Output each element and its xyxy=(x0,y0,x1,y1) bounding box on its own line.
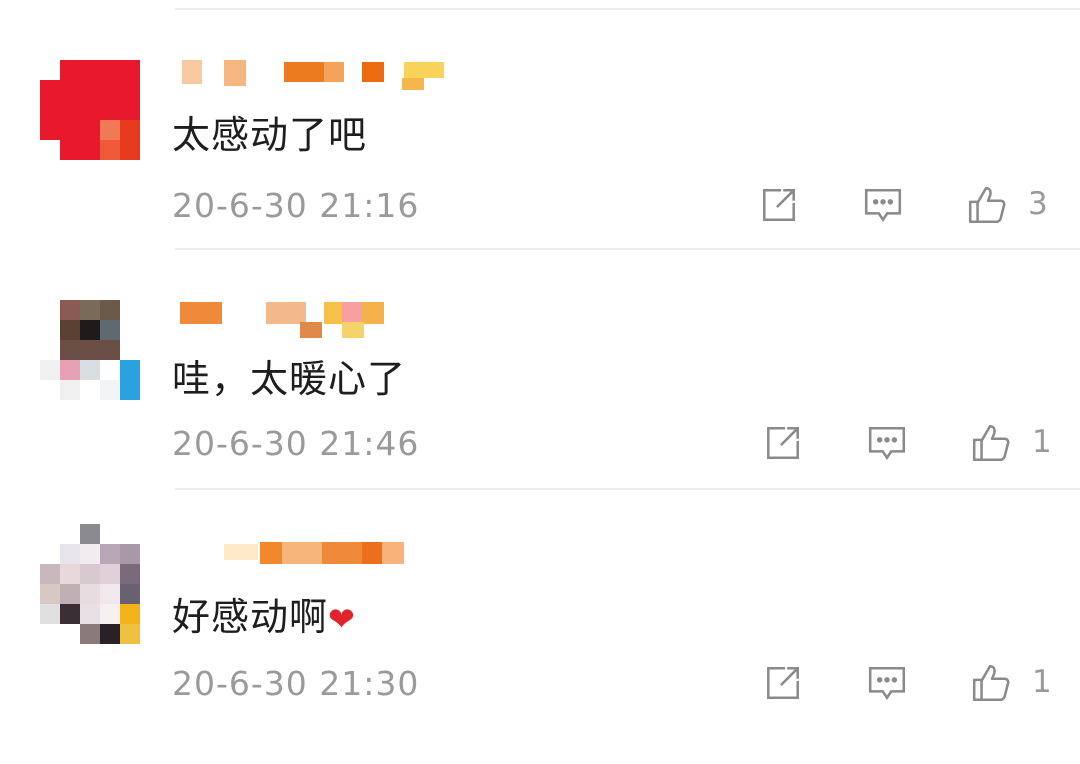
avatar[interactable] xyxy=(40,60,140,160)
comment-item: 好感动啊❤ 20-6-30 21:30 1 xyxy=(0,524,1080,764)
reply-button[interactable] xyxy=(864,420,910,466)
avatar[interactable] xyxy=(40,524,140,644)
comment-divider xyxy=(175,488,1080,490)
thumbs-up-icon xyxy=(972,424,1010,462)
comment-item: 太感动了吧 20-6-30 21:16 3 xyxy=(0,60,1080,300)
comment-timestamp: 20-6-30 21:16 xyxy=(172,186,420,225)
username-blurred[interactable] xyxy=(176,300,476,338)
comment-icon xyxy=(868,667,906,700)
reply-button[interactable] xyxy=(860,182,906,228)
like-count: 3 xyxy=(1028,186,1048,222)
comment-item: 哇，太暖心了 20-6-30 21:46 1 xyxy=(0,300,1080,540)
comment-divider xyxy=(175,248,1080,250)
top-divider xyxy=(175,8,1080,10)
like-button[interactable] xyxy=(964,182,1010,228)
comment-timestamp: 20-6-30 21:30 xyxy=(172,664,420,703)
heart-emoji: ❤ xyxy=(328,600,356,638)
username-blurred[interactable] xyxy=(176,540,476,572)
avatar[interactable] xyxy=(40,300,140,400)
comment-text: 太感动了吧 xyxy=(172,113,368,157)
like-count: 1 xyxy=(1032,664,1052,700)
share-icon xyxy=(767,427,799,459)
share-icon xyxy=(767,667,799,699)
like-count: 1 xyxy=(1032,424,1052,460)
forward-button[interactable] xyxy=(760,420,806,466)
username-blurred[interactable] xyxy=(176,60,476,92)
comment-text: 好感动啊❤ xyxy=(172,595,356,639)
comment-timestamp: 20-6-30 21:46 xyxy=(172,424,420,463)
like-button[interactable] xyxy=(968,420,1014,466)
comment-icon xyxy=(868,427,906,460)
thumbs-up-icon xyxy=(972,664,1010,702)
comment-icon xyxy=(864,189,902,222)
comment-text: 哇，太暖心了 xyxy=(172,357,407,401)
share-icon xyxy=(763,189,795,221)
thumbs-up-icon xyxy=(968,186,1006,224)
like-button[interactable] xyxy=(968,660,1014,706)
forward-button[interactable] xyxy=(756,182,802,228)
reply-button[interactable] xyxy=(864,660,910,706)
forward-button[interactable] xyxy=(760,660,806,706)
comment-list-screen: { "comments": [ { "text": "太感动了吧", "time… xyxy=(0,0,1080,711)
